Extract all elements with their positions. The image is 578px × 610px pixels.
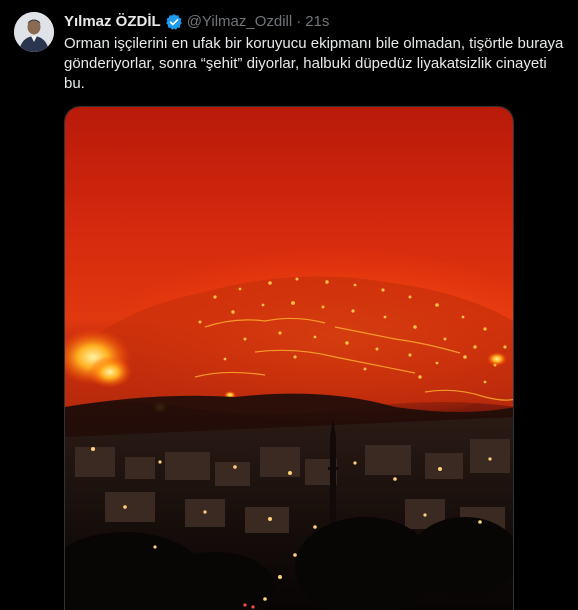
tweet-text-line: bu. (64, 75, 85, 92)
tweet-text: Orman işçilerini en ufak bir koruyucu ek… (64, 34, 578, 94)
tweet[interactable]: Yılmaz ÖZDİL @Yilmaz_Ozdill · 21s Orman … (0, 0, 578, 610)
tweet-text-line: Orman işçilerini en ufak bir koruyucu ek… (64, 35, 564, 52)
wildfire-photo-icon (65, 107, 513, 610)
author-avatar[interactable] (14, 12, 54, 52)
person-icon (14, 12, 54, 52)
tweet-media-photo[interactable] (64, 106, 514, 610)
verified-badge-icon (165, 13, 183, 31)
author-name[interactable]: Yılmaz ÖZDİL (64, 12, 161, 32)
tweet-text-line: gönderiyorlar, sonra “şehit” diyorlar, h… (64, 55, 547, 72)
author-handle[interactable]: @Yilmaz_Ozdill (187, 12, 293, 32)
separator-dot: · (296, 13, 302, 30)
tweet-timestamp[interactable]: 21s (305, 12, 329, 32)
tweet-header: Yılmaz ÖZDİL @Yilmaz_Ozdill · 21s (64, 12, 578, 32)
